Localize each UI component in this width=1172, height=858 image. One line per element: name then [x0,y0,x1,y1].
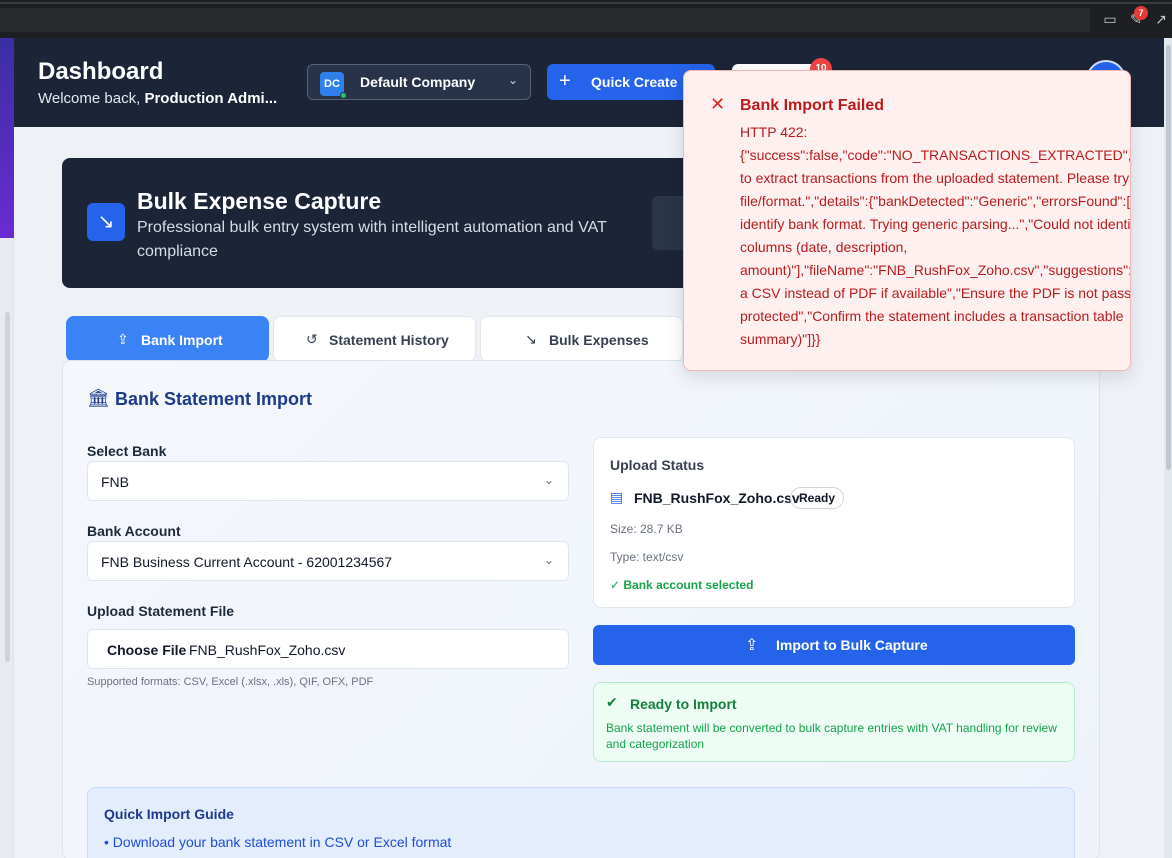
close-icon[interactable]: ✕ [710,95,725,113]
bank-icon: 🏛 [87,388,110,408]
error-toast: ✕ Bank Import Failed HTTP 422: {"success… [683,70,1131,371]
panel-title: Bank Statement Import [115,389,313,409]
browser-divider [0,2,1172,4]
quick-create-label: Quick Create [591,74,678,90]
browser-toolbar: ▭ ✎ 7 ↗ [0,0,1172,38]
history-icon: ↺ [306,331,318,347]
select-bank-label: Select Bank [87,443,167,459]
welcome-user: Production Admi... [144,90,278,107]
hero-title: Bulk Expense Capture [137,188,382,214]
device-toolbar-icon[interactable]: ▭ [1101,10,1119,28]
file-icon: ▤ [610,489,624,505]
plus-icon: + [559,70,571,92]
upload-icon: ⇪ [117,331,129,347]
tab-label: Statement History [329,332,449,348]
page-title: Dashboard [38,58,164,85]
upload-status-title: Upload Status [610,457,705,473]
chosen-file-name: FNB_RushFox_Zoho.csv [189,642,346,658]
import-to-bulk-capture-button[interactable]: ⇪ Import to Bulk Capture [593,625,1075,665]
guide-title: Quick Import Guide [104,806,234,822]
address-bar[interactable] [0,8,1090,32]
toast-message: HTTP 422: {"success":false,"code":"NO_TR… [740,124,1131,347]
supported-formats-hint: Supported formats: CSV, Excel (.xlsx, .x… [87,676,374,688]
tab-statement-history[interactable]: ↺ Statement History [273,316,476,362]
file-size: Size: 28.7 KB [610,522,683,536]
bank-account-value: FNB Business Current Account - 620012345… [101,554,393,570]
chevron-down-icon: ⌄ [543,473,554,487]
tab-bulk-expenses[interactable]: ↘ Bulk Expenses [480,316,683,362]
account-selected-status: ✓ Bank account selected [610,578,754,592]
bank-account-label: Bank Account [87,523,181,539]
company-name: Default Company [360,74,476,90]
ready-title: Ready to Import [630,696,737,712]
open-external-icon[interactable]: ↗ [1152,10,1170,28]
select-bank-dropdown[interactable]: FNB ⌄ [87,461,569,501]
page-scrollbar-thumb[interactable] [1166,45,1171,470]
upload-icon: ⇪ [745,637,759,654]
file-type: Type: text/csv [610,550,684,564]
welcome-prefix: Welcome back, [38,90,145,107]
sidebar-edge [0,38,14,238]
choose-file-button[interactable]: Choose File [107,642,186,658]
welcome-text: Welcome back, Production Admi... [38,90,277,107]
select-bank-value: FNB [101,474,129,490]
upload-file-label: Upload Statement File [87,603,235,619]
extension-badge: 7 [1134,6,1148,20]
hero-subtitle: Professional bulk entry system with inte… [137,219,607,260]
trend-down-icon: ↘ [525,331,537,347]
check-circle-icon: ✔ [606,694,618,710]
ready-text: Bank statement will be converted to bulk… [606,721,1057,751]
company-switcher[interactable]: DC Default Company ⌄ [307,64,531,100]
guide-item: • Download your bank statement in CSV or… [104,834,452,850]
online-status-dot [340,92,347,99]
status-badge: Ready [790,487,844,509]
tab-label: Bulk Expenses [549,332,649,348]
tab-label: Bank Import [141,332,223,348]
sidebar-scrollbar[interactable] [5,312,10,662]
trend-down-icon: ↘ [87,203,125,241]
status-file-name: FNB_RushFox_Zoho.csv [634,490,800,506]
import-button-label: Import to Bulk Capture [776,637,928,653]
file-input[interactable]: Choose File FNB_RushFox_Zoho.csv [87,629,569,669]
chevron-down-icon: ⌄ [507,73,518,87]
toast-title: Bank Import Failed [740,97,885,114]
bank-account-dropdown[interactable]: FNB Business Current Account - 620012345… [87,541,569,581]
chevron-down-icon: ⌄ [543,553,554,567]
tab-bank-import[interactable]: ⇪ Bank Import [66,316,269,362]
